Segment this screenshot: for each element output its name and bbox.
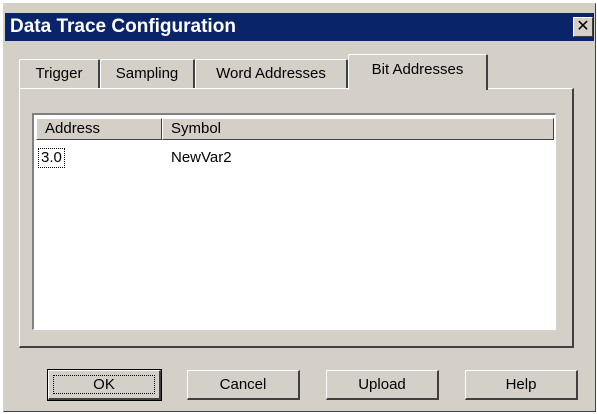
close-button[interactable]: ✕ <box>573 17 593 37</box>
close-icon: ✕ <box>576 18 590 35</box>
tab-label: Sampling <box>115 65 179 82</box>
column-header-symbol[interactable]: Symbol <box>162 118 554 140</box>
tab-label: Bit Addresses <box>371 61 464 78</box>
tab-bit-addresses[interactable]: Bit Addresses <box>348 54 488 90</box>
window-title: Data Trace Configuration <box>10 16 236 37</box>
tab-trigger[interactable]: Trigger <box>19 59 100 89</box>
cancel-button[interactable]: Cancel <box>187 370 300 400</box>
symbol-cell[interactable]: NewVar2 <box>171 149 232 167</box>
button-label: Help <box>505 376 537 393</box>
tab-word-addresses[interactable]: Word Addresses <box>195 59 348 89</box>
button-label: Upload <box>358 376 406 393</box>
ok-button[interactable]: OK <box>47 369 162 401</box>
upload-button[interactable]: Upload <box>326 370 439 400</box>
help-button[interactable]: Help <box>465 370 578 400</box>
tab-sampling[interactable]: Sampling <box>100 59 195 89</box>
tab-label: Trigger <box>35 65 83 82</box>
button-label: Cancel <box>219 376 267 393</box>
focus-rect <box>53 375 155 394</box>
address-cell[interactable]: 3.0 <box>38 148 65 168</box>
address-list[interactable]: Address Symbol 3.0 NewVar2 <box>32 113 556 330</box>
title-bar[interactable]: Data Trace Configuration ✕ <box>5 13 594 41</box>
column-header-address[interactable]: Address <box>36 118 162 140</box>
tab-label: Word Addresses <box>216 65 326 82</box>
column-header-label: Address <box>45 120 101 137</box>
column-header-label: Symbol <box>171 120 222 137</box>
